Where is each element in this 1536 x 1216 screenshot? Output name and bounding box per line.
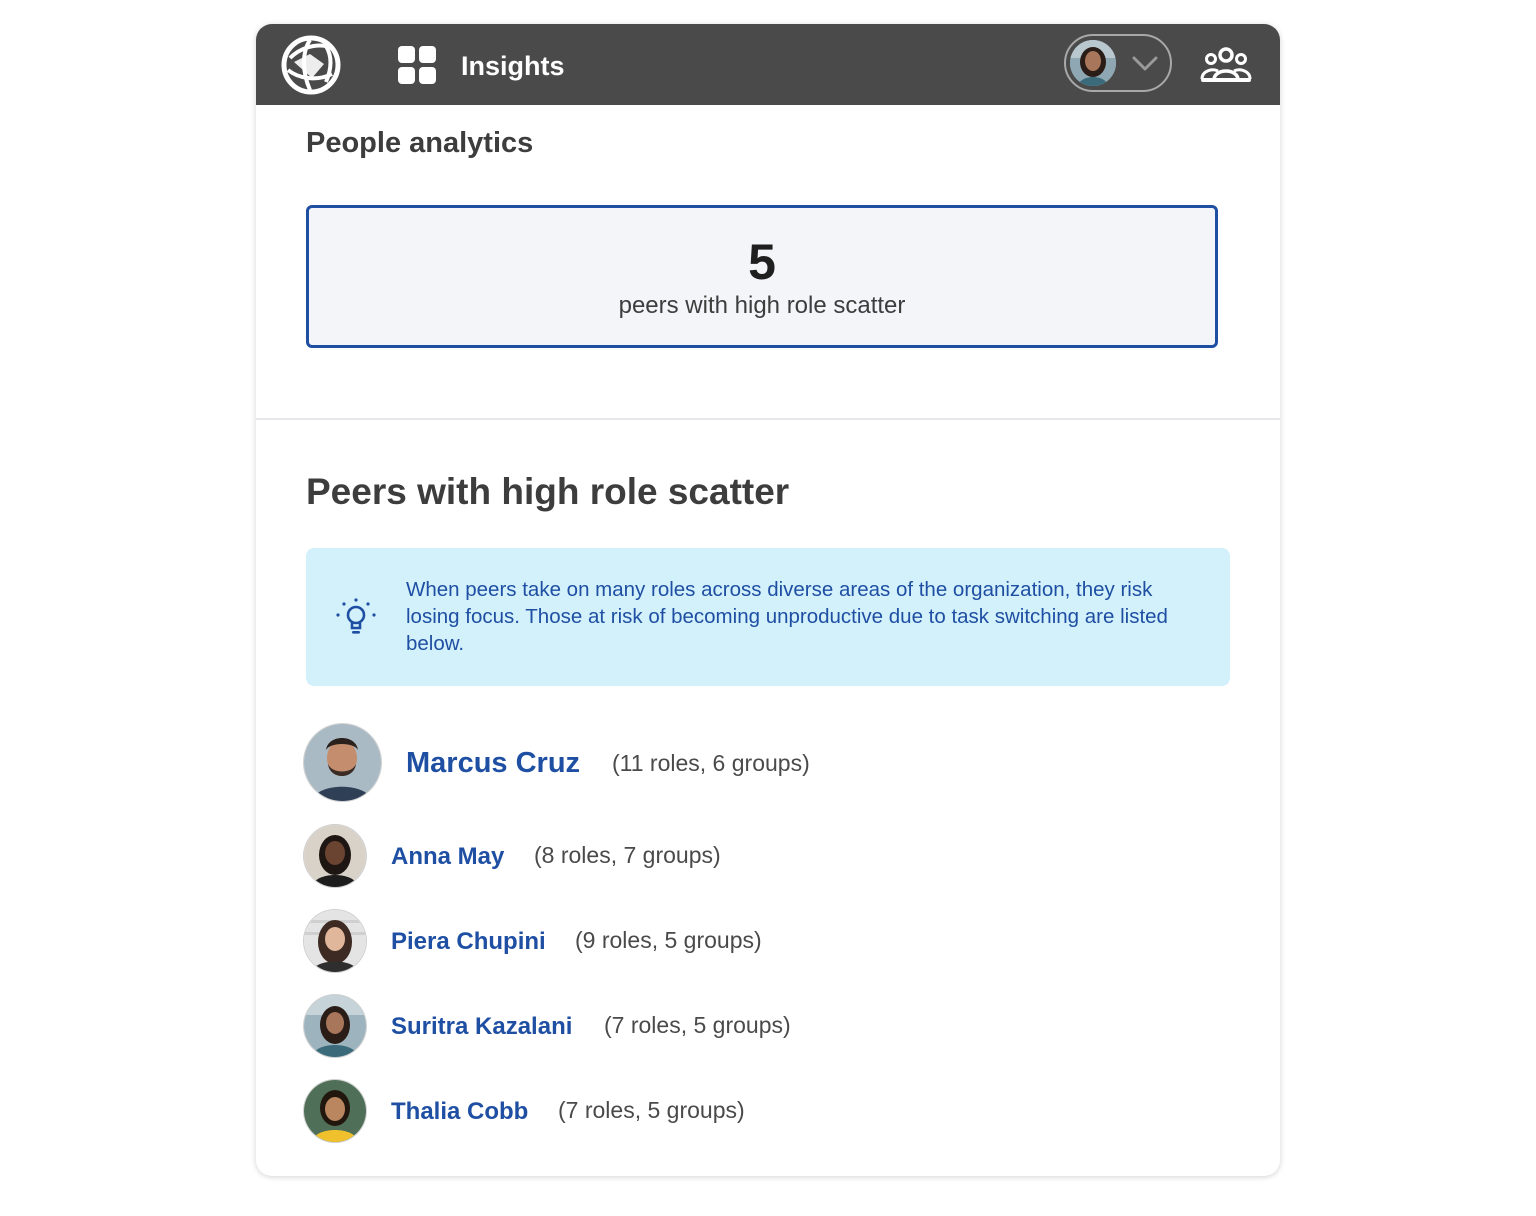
peer-name-link[interactable]: Piera Chupini (391, 926, 546, 958)
chevron-down-icon (1132, 56, 1158, 71)
peer-details: (11 roles, 6 groups) (612, 750, 810, 776)
people-analytics-heading: People analytics (306, 127, 534, 159)
peer-details: (9 roles, 5 groups) (575, 927, 762, 953)
section-divider (256, 418, 1280, 420)
profile-menu-button[interactable] (1064, 34, 1172, 92)
top-navigation-bar: Insights (256, 24, 1280, 105)
callout-text: When peers take on many roles across div… (406, 578, 1168, 655)
peer-details: (7 roles, 5 groups) (604, 1012, 791, 1038)
info-callout: When peers take on many roles across div… (306, 548, 1230, 686)
avatar[interactable] (304, 910, 366, 972)
avatar[interactable] (304, 825, 366, 887)
insights-card: Insights People analytics 5 peers with h… (256, 24, 1280, 1176)
lightbulb-icon (336, 598, 376, 634)
stat-label: peers with high role scatter (618, 292, 906, 319)
profile-avatar (1070, 40, 1116, 86)
app-grid-icon[interactable] (398, 46, 438, 86)
peer-name-link[interactable]: Thalia Cobb (391, 1096, 528, 1128)
role-scatter-stat-card[interactable]: 5 peers with high role scatter (306, 205, 1218, 348)
avatar[interactable] (304, 1080, 366, 1142)
peer-name-link[interactable]: Suritra Kazalani (391, 1011, 572, 1043)
peer-details: (8 roles, 7 groups) (534, 842, 721, 868)
peer-name-link[interactable]: Marcus Cruz (406, 745, 580, 781)
stat-value: 5 (748, 234, 776, 290)
people-group-icon[interactable] (1200, 46, 1252, 86)
avatar[interactable] (304, 724, 381, 801)
app-title: Insights (461, 51, 565, 81)
peers-list-heading: Peers with high role scatter (306, 471, 790, 512)
avatar[interactable] (304, 995, 366, 1057)
globe-logo-icon[interactable] (280, 34, 342, 96)
peer-name-link[interactable]: Anna May (391, 841, 504, 873)
peer-details: (7 roles, 5 groups) (558, 1097, 745, 1123)
